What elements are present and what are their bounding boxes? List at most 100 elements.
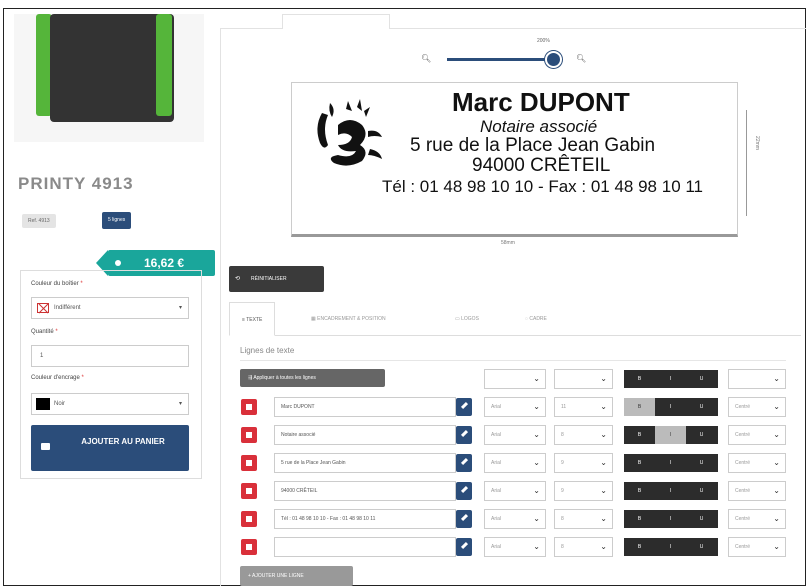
product-title: PRINTY 4913 [18,174,134,193]
bold-toggle[interactable]: B [624,538,655,556]
font-select[interactable]: Arial ⌄ [484,425,546,445]
edit-line-button[interactable] [456,454,472,472]
edit-line-button[interactable] [456,482,472,500]
size-select[interactable]: 8 ⌄ [554,537,613,557]
zoom-slider-handle[interactable] [545,51,562,68]
tab-layout-label: ENCADREMENT & POSITION [317,316,386,322]
chevron-down-icon: ▾ [178,305,182,311]
delete-line-button[interactable] [241,427,257,443]
chevron-down-icon: ⌄ [533,458,540,467]
italic-toggle[interactable]: I [655,482,686,500]
format-buttons[interactable]: BIU [624,510,718,528]
add-line-button[interactable]: + AJOUTER UNE LIGNE [240,566,353,586]
italic-toggle[interactable]: I [655,426,687,444]
height-dimension-label: 22mm [753,136,760,150]
format-buttons[interactable]: BIU [624,426,718,444]
align-select[interactable]: Centré ⌄ [728,481,786,501]
size-select[interactable]: 9 ⌄ [554,481,613,501]
zoom-out-icon[interactable]: 🔍︎ [421,54,431,63]
delete-line-button[interactable] [241,399,257,415]
line-text-input[interactable]: Tél : 01 48 98 10 10 - Fax : 01 48 98 10… [274,509,456,529]
line-text-input[interactable]: 5 rue de la Place Jean Gabin [274,453,456,473]
preview-line-4: 94000 CRÊTEIL [472,155,611,176]
line-text-input[interactable]: 94000 CRÊTEIL [274,481,456,501]
apply-format-buttons[interactable]: B I U [624,370,718,388]
bold-toggle[interactable]: B [624,370,655,388]
bold-toggle[interactable]: B [624,398,656,416]
italic-toggle[interactable]: I [655,398,686,416]
size-select[interactable]: 8 ⌄ [554,425,613,445]
tab-logos[interactable]: ▭ LOGOS [455,302,479,336]
zoom-in-icon[interactable]: 🔍︎ [576,54,586,63]
edit-line-button[interactable] [456,510,472,528]
chevron-down-icon: ⌄ [600,486,607,495]
font-select[interactable]: Arial ⌄ [484,481,546,501]
size-select[interactable]: 9 ⌄ [554,453,613,473]
delete-line-button[interactable] [241,455,257,471]
line-text-input[interactable]: Notaire associé [274,425,456,445]
align-select[interactable]: Centré ⌄ [728,453,786,473]
reset-button[interactable]: ⟲ RÉINITIALISER [229,266,324,292]
align-value: Centré [735,516,751,522]
case-color-select[interactable]: Indifférent ▾ [31,297,189,319]
underline-toggle[interactable]: U [686,454,717,472]
delete-line-button[interactable] [241,511,257,527]
format-buttons[interactable]: BIU [624,538,718,556]
underline-toggle[interactable]: U [686,398,717,416]
delete-line-button[interactable] [241,483,257,499]
align-select[interactable]: Centré ⌄ [728,397,786,417]
line-text-input[interactable] [274,537,456,557]
tab-text[interactable]: ≡ TEXTE [229,302,276,336]
size-select[interactable]: 8 ⌄ [554,509,613,529]
tab-frame[interactable]: ◌ CADRE [525,302,547,336]
stamp-side-right [156,14,172,116]
font-select[interactable]: Arial ⌄ [484,397,546,417]
underline-toggle[interactable]: U [686,426,717,444]
italic-toggle[interactable]: I [655,454,686,472]
format-buttons[interactable]: BIU [624,398,718,416]
align-value: Centré [735,432,751,438]
chevron-down-icon: ⌄ [533,514,540,523]
add-to-cart-button[interactable]: AJOUTER AU PANIER [31,425,189,471]
underline-toggle[interactable]: U [686,538,717,556]
align-select[interactable]: Centré ⌄ [728,425,786,445]
bold-toggle[interactable]: B [624,426,655,444]
chevron-down-icon: ⌄ [773,402,780,411]
delete-line-button[interactable] [241,539,257,555]
edit-line-button[interactable] [456,398,472,416]
size-select[interactable]: 11 ⌄ [554,397,613,417]
quantity-input[interactable]: 1 [31,345,189,367]
ref-badge: Ref. 4913 [22,214,56,228]
font-select[interactable]: Arial ⌄ [484,453,546,473]
bold-toggle[interactable]: B [624,454,655,472]
apply-all-lines-button[interactable]: ⇶ Appliquer à toutes les lignes [240,369,385,387]
underline-toggle[interactable]: U [686,370,717,388]
apply-align-select[interactable]: ⌄ [728,369,786,389]
bold-toggle[interactable]: B [624,482,655,500]
preview-line-5: Tél : 01 48 98 10 10 - Fax : 01 48 98 10… [382,177,704,196]
font-select[interactable]: Arial ⌄ [484,509,546,529]
apply-size-select[interactable]: ⌄ [554,369,613,389]
italic-toggle[interactable]: I [655,370,686,388]
bold-toggle[interactable]: B [624,510,655,528]
ink-color-select[interactable]: Noir ▾ [31,393,189,415]
tab-text-label: TEXTE [246,317,263,323]
font-select[interactable]: Arial ⌄ [484,537,546,557]
options-panel: Couleur du boîtier * Indifférent ▾ Quant… [20,270,202,479]
underline-toggle[interactable]: U [686,510,717,528]
apply-font-select[interactable]: ⌄ [484,369,546,389]
edit-line-button[interactable] [456,538,472,556]
edit-line-button[interactable] [456,426,472,444]
underline-toggle[interactable]: U [686,482,717,500]
zoom-slider-track[interactable] [447,58,555,61]
format-buttons[interactable]: BIU [624,482,718,500]
italic-toggle[interactable]: I [655,510,686,528]
align-select[interactable]: Centré ⌄ [728,509,786,529]
format-buttons[interactable]: BIU [624,454,718,472]
line-text-input[interactable]: Marc DUPONT [274,397,456,417]
cart-icon [41,443,50,450]
align-select[interactable]: Centré ⌄ [728,537,786,557]
tab-layout[interactable]: ▦ ENCADREMENT & POSITION [311,302,386,336]
notary-logo [317,99,382,166]
italic-toggle[interactable]: I [655,538,686,556]
